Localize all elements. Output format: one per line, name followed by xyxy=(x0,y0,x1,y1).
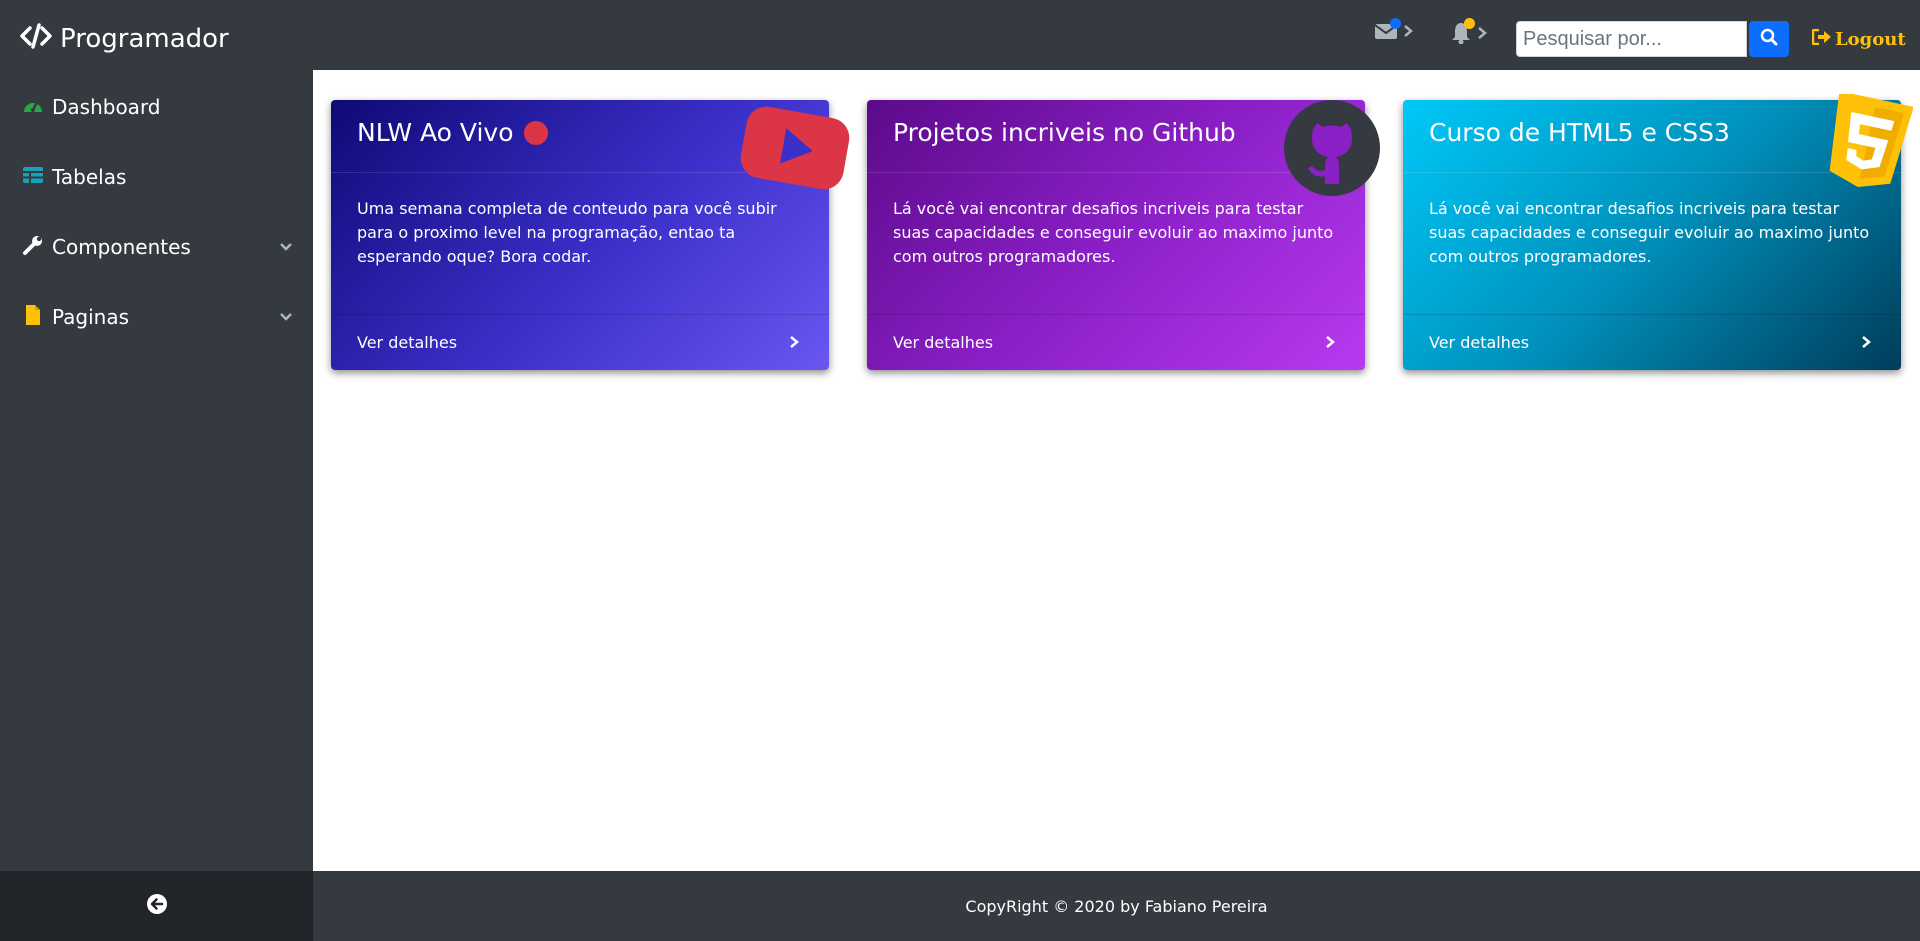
card-text: Uma semana completa de conteudo para voc… xyxy=(357,199,777,266)
sidebar-item-paginas[interactable]: Paginas xyxy=(0,292,313,342)
card-details-link[interactable]: Ver detalhes xyxy=(331,314,829,370)
card-footer-label: Ver detalhes xyxy=(357,333,458,352)
chevron-right-icon xyxy=(1325,335,1335,354)
chevron-right-icon xyxy=(1477,26,1487,45)
card-title-text: NLW Ao Vivo xyxy=(357,118,514,147)
brand-name: Programador xyxy=(60,23,229,54)
sidebar-toggle-button[interactable] xyxy=(0,871,313,941)
file-icon xyxy=(22,304,44,331)
youtube-icon xyxy=(737,100,853,201)
sidebar-item-label: Dashboard xyxy=(52,95,161,119)
table-icon xyxy=(22,166,44,189)
card-title: Projetos incriveis no Github xyxy=(893,118,1236,147)
message-badge xyxy=(1390,18,1401,29)
envelope-icon xyxy=(1374,18,1401,45)
brand[interactable]: Programador xyxy=(20,20,229,57)
code-icon xyxy=(20,20,52,57)
card-text: Lá você vai encontrar desafios incriveis… xyxy=(893,199,1334,266)
sidebar-item-label: Componentes xyxy=(52,235,191,259)
sidebar-item-tabelas[interactable]: Tabelas xyxy=(0,152,313,202)
arrow-circle-left-icon xyxy=(146,893,168,920)
github-icon xyxy=(1282,98,1382,203)
bell-icon xyxy=(1451,18,1475,49)
card-details-link[interactable]: Ver detalhes xyxy=(1403,314,1901,370)
copyright-text: CopyRight © 2020 by Fabiano Pereira xyxy=(965,896,1268,916)
card-github: Projetos incriveis no Github Lá você vai… xyxy=(867,100,1380,370)
sidebar-item-label: Tabelas xyxy=(52,165,127,189)
search-button[interactable] xyxy=(1749,21,1789,57)
chevron-down-icon xyxy=(279,309,293,327)
sidebar-item-label: Paginas xyxy=(52,305,130,329)
messages-dropdown[interactable] xyxy=(1374,18,1413,45)
card-title: NLW Ao Vivo xyxy=(357,118,548,147)
card-title: Curso de HTML5 e CSS3 xyxy=(1429,118,1730,147)
sidebar-item-dashboard[interactable]: Dashboard xyxy=(0,82,313,132)
chevron-right-icon xyxy=(1861,335,1871,354)
card-text: Lá você vai encontrar desafios incriveis… xyxy=(1429,199,1870,266)
sidebar: Dashboard Tabelas Componentes Paginas xyxy=(0,70,313,871)
search-icon xyxy=(1760,28,1778,51)
card-nlw: NLW Ao Vivo Uma semana completa de conte… xyxy=(331,100,850,370)
sidebar-item-componentes[interactable]: Componentes xyxy=(0,222,313,272)
logout-label: Logout xyxy=(1835,29,1906,50)
notification-badge xyxy=(1464,18,1475,29)
card-footer-label: Ver detalhes xyxy=(1429,333,1530,352)
chevron-right-icon xyxy=(1403,24,1413,43)
card-title-text: Projetos incriveis no Github xyxy=(893,118,1236,147)
card-html-css: Curso de HTML5 e CSS3 Lá você vai encont… xyxy=(1403,91,1914,370)
tachometer-icon xyxy=(22,96,44,119)
search-input[interactable] xyxy=(1516,21,1747,57)
live-dot xyxy=(523,120,548,145)
card-footer-label: Ver detalhes xyxy=(893,333,994,352)
wrench-icon xyxy=(22,234,44,261)
top-navbar: Programador Logout xyxy=(0,0,1920,70)
sign-out-icon xyxy=(1811,28,1832,50)
chevron-down-icon xyxy=(279,239,293,257)
logout-button[interactable]: Logout xyxy=(1811,28,1906,50)
notifications-dropdown[interactable] xyxy=(1451,18,1487,49)
main-content: NLW Ao Vivo Uma semana completa de conte… xyxy=(313,70,1920,871)
chevron-right-icon xyxy=(789,335,799,354)
card-details-link[interactable]: Ver detalhes xyxy=(867,314,1365,370)
page-footer: CopyRight © 2020 by Fabiano Pereira xyxy=(313,871,1920,941)
card-title-text: Curso de HTML5 e CSS3 xyxy=(1429,118,1730,147)
html5-icon xyxy=(1821,91,1914,199)
